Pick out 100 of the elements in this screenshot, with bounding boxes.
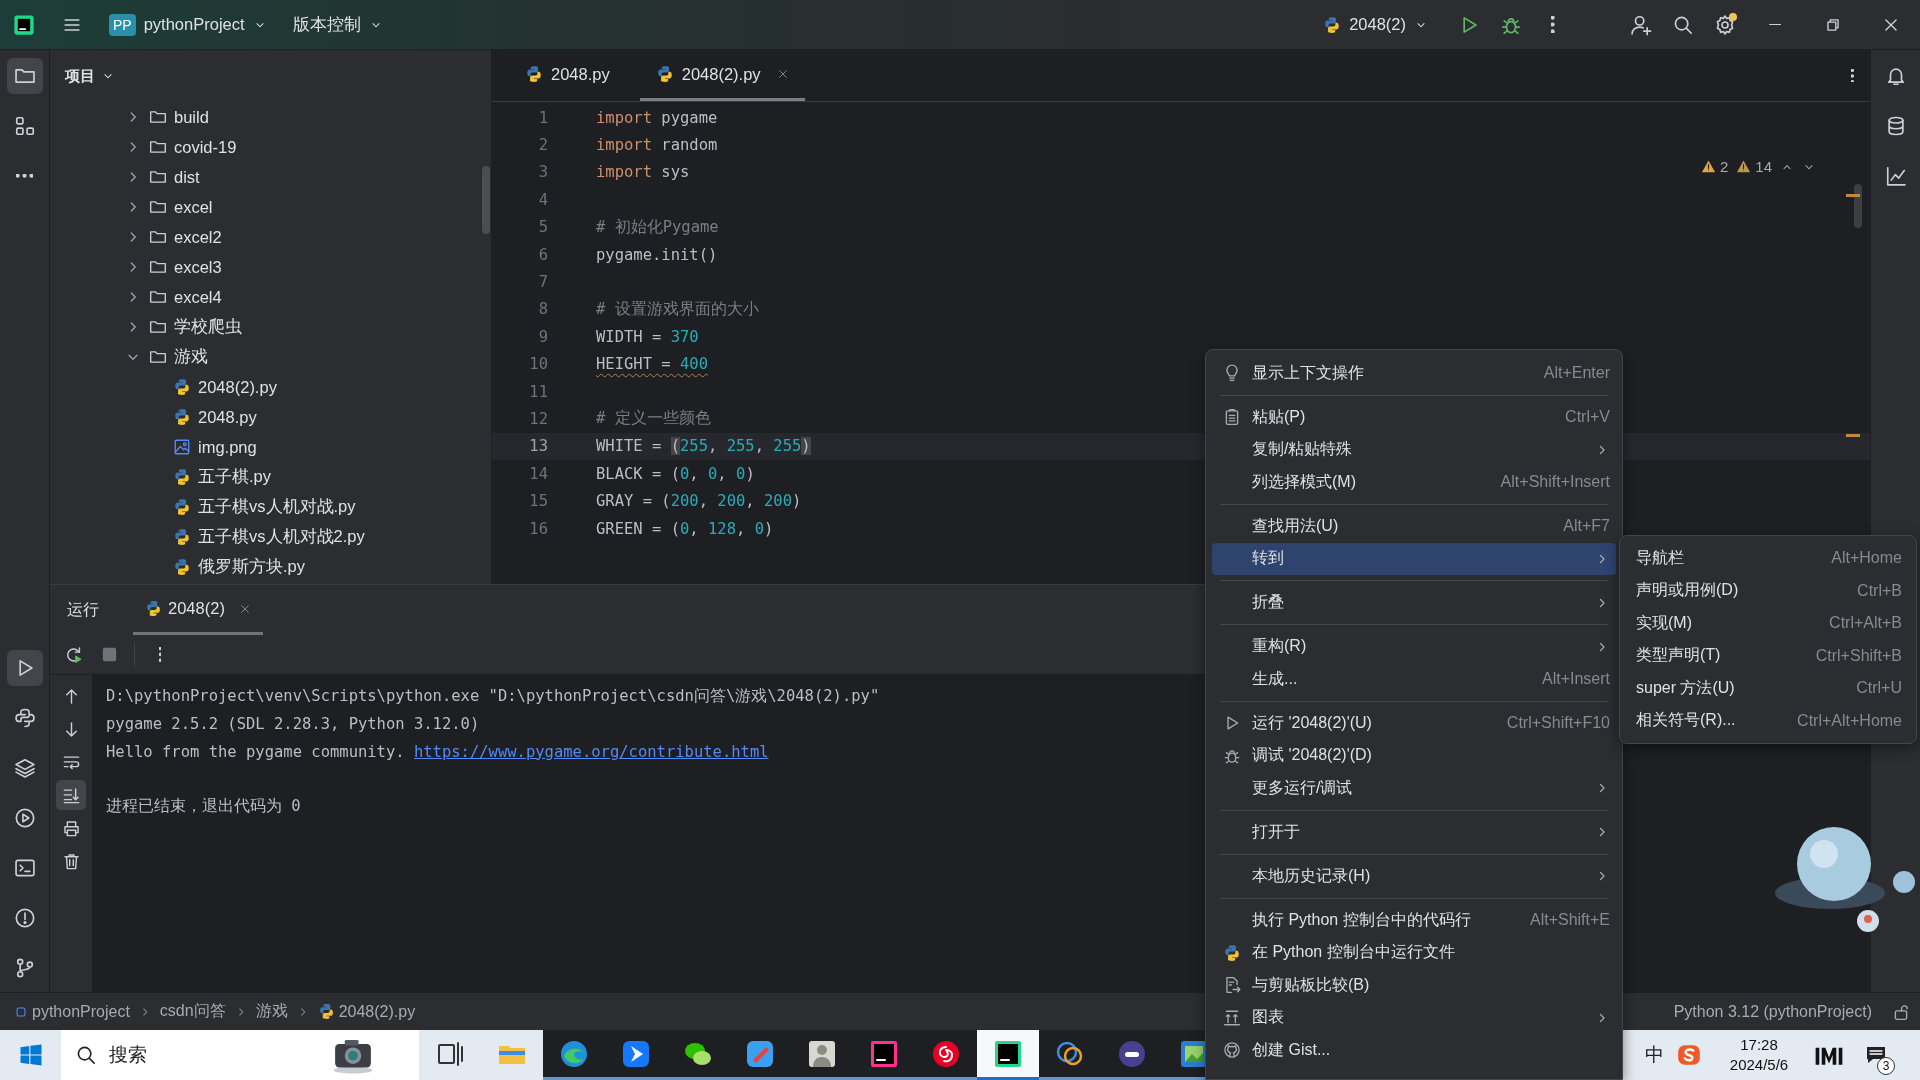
toolbar-button[interactable] xyxy=(56,780,86,810)
tree-item-label[interactable]: 五子棋.py xyxy=(198,466,271,488)
input-method-indicator[interactable]: 中 xyxy=(1639,1042,1669,1068)
taskbar-button[interactable] xyxy=(915,1030,977,1080)
more-icon xyxy=(15,174,33,178)
menu-item[interactable]: 图表 xyxy=(1212,1001,1616,1034)
project-view-selector[interactable]: 项目 xyxy=(65,66,115,86)
menu-item[interactable]: 实现(M) Ctrl+Alt+B xyxy=(1626,607,1910,640)
console-text: D:\pythonProject\venv\Scripts\python.exe "D:\pythonProject\csdn问答\游戏\2048(2).py" xyxy=(106,686,880,708)
terminal-icon xyxy=(13,857,36,879)
tree-item-label[interactable]: excel xyxy=(174,197,213,217)
menu-item[interactable]: 生成... Alt+Insert xyxy=(1212,663,1616,696)
menu-item[interactable]: 显示上下文操作 Alt+Enter xyxy=(1212,357,1616,390)
tool-window-button[interactable] xyxy=(6,58,43,94)
tree-item-label[interactable]: dist xyxy=(174,167,200,187)
inspection-counter[interactable]: 2 xyxy=(1700,158,1729,175)
vcs-menu[interactable]: 版本控制 xyxy=(282,7,393,42)
taskbar-button[interactable] xyxy=(977,1030,1039,1080)
folder-icon xyxy=(149,228,167,246)
menu-item[interactable]: 相关符号(R)... Ctrl+Alt+Home xyxy=(1626,704,1910,737)
code-line: import sys xyxy=(596,163,690,182)
menu-item[interactable]: 类型声明(T) Ctrl+Shift+B xyxy=(1626,639,1910,672)
services-icon xyxy=(13,807,36,829)
menu-item[interactable]: 重构(R) xyxy=(1212,630,1616,663)
breadcrumb[interactable]: pythonProject xyxy=(14,1002,130,1021)
scrollbar-thumb[interactable] xyxy=(482,166,490,234)
minimize-icon xyxy=(1768,23,1782,26)
code-line: GREEN = (0, 128, 0) xyxy=(596,519,774,538)
tree-item-label[interactable]: excel2 xyxy=(174,227,222,247)
menu-item[interactable]: 复制/粘贴特殊 xyxy=(1212,433,1616,466)
tree-item-label[interactable]: 游戏 xyxy=(174,346,208,368)
tree-item-label[interactable]: img.png xyxy=(198,437,257,457)
tree-item-label[interactable]: 2048.py xyxy=(198,407,257,427)
image-file-icon xyxy=(173,438,191,456)
code-line: WHITE = (255, 255, 255) xyxy=(596,437,811,456)
editor-tab[interactable]: 2048.py xyxy=(509,50,626,101)
taskbar-button[interactable] xyxy=(543,1030,605,1080)
menu-item[interactable]: 粘贴(P) Ctrl+V xyxy=(1212,401,1616,434)
search-icon xyxy=(75,1044,97,1066)
menu-item[interactable]: 声明或用例(D) Ctrl+B xyxy=(1626,574,1910,607)
menu-item[interactable]: 运行 '2048(2)'(U) Ctrl+Shift+F10 xyxy=(1212,707,1616,740)
console-link[interactable]: https://www.pygame.org/contribute.html xyxy=(413,742,769,761)
windows-logo-icon xyxy=(18,1043,43,1067)
tree-item-label[interactable]: 2048(2).py xyxy=(198,377,277,397)
line-number: 16 xyxy=(528,519,548,538)
scrollbar-thumb[interactable] xyxy=(1854,184,1862,228)
editor-tab[interactable]: 2048(2).py xyxy=(639,50,805,101)
menu-item[interactable]: 调试 '2048(2)'(D) xyxy=(1212,739,1616,772)
folder-icon xyxy=(149,258,167,276)
project-icon xyxy=(14,1004,28,1019)
menu-item[interactable]: 查找用法(U) Alt+F7 xyxy=(1212,510,1616,543)
menu-item[interactable]: 折叠 xyxy=(1212,586,1616,619)
breadcrumb[interactable]: csdn问答 xyxy=(159,1001,226,1022)
project-switcher[interactable]: PP pythonProject xyxy=(99,7,277,42)
inspection-counter[interactable]: 14 xyxy=(1736,158,1772,175)
tree-item-label[interactable]: excel4 xyxy=(174,287,222,307)
search-box[interactable]: 搜索 xyxy=(61,1030,419,1080)
menu-item[interactable]: 与剪贴板比较(B) xyxy=(1212,969,1616,1002)
run-configuration[interactable]: 2048(2) xyxy=(1313,9,1438,40)
menu-item[interactable]: 在 Python 控制台中运行文件 xyxy=(1212,936,1616,969)
notifications-button[interactable]: 3 xyxy=(1849,1033,1903,1077)
menu-item[interactable]: 本地历史记录(H) xyxy=(1212,860,1616,893)
tree-item-label[interactable]: 五子棋vs人机对战.py xyxy=(198,496,356,518)
menu-item[interactable]: 更多运行/调试 xyxy=(1212,772,1616,805)
tree-item-label[interactable]: build xyxy=(174,107,209,127)
breadcrumb[interactable]: 2048(2).py xyxy=(317,1002,416,1021)
menu-item[interactable]: 打开于 xyxy=(1212,816,1616,849)
menu-item[interactable]: 执行 Python 控制台中的代码行 Alt+Shift+E xyxy=(1212,904,1616,937)
tree-item-label[interactable]: covid-19 xyxy=(174,137,237,157)
close-icon[interactable] xyxy=(238,602,251,615)
chart-icon xyxy=(1223,1008,1241,1027)
close-icon[interactable] xyxy=(776,68,789,80)
panel-title: 运行 xyxy=(67,599,99,620)
menu-item[interactable]: super 方法(U) Ctrl+U xyxy=(1626,672,1910,705)
breadcrumb[interactable]: 游戏 xyxy=(255,1001,288,1022)
tree-item-label[interactable]: excel3 xyxy=(174,257,222,277)
tree-item-label[interactable]: 学校爬虫 xyxy=(174,316,242,338)
menu-item[interactable]: 转到 xyxy=(1212,542,1616,575)
tree-item-label[interactable]: 俄罗斯方块.py xyxy=(198,556,305,578)
menu-item[interactable]: 列选择模式(M) Alt+Shift+Insert xyxy=(1212,466,1616,499)
bulb-icon xyxy=(1223,364,1241,383)
lock-icon[interactable] xyxy=(1892,1002,1910,1021)
menu-item[interactable]: 创建 Gist... xyxy=(1212,1034,1616,1067)
search-field[interactable]: 搜索 xyxy=(107,1043,317,1067)
python-file-icon xyxy=(173,528,191,546)
more-icon xyxy=(158,647,162,662)
python-icon xyxy=(145,600,162,617)
taskbar-button[interactable] xyxy=(1039,1030,1101,1080)
tree-item-label[interactable]: 五子棋vs人机对战2.py xyxy=(198,526,365,548)
python-file-icon xyxy=(317,1003,335,1020)
python-file-icon xyxy=(173,408,191,426)
python-icon xyxy=(1223,943,1241,962)
menu-item[interactable]: 导航栏 Alt+Home xyxy=(1626,542,1910,575)
interpreter-selector[interactable]: Python 3.12 (pythonProject) xyxy=(1673,1002,1872,1021)
folder-icon xyxy=(149,348,167,366)
line-number: 12 xyxy=(528,410,548,428)
tool-window-button[interactable] xyxy=(6,650,43,686)
notification-count: 3 xyxy=(1877,1057,1895,1075)
clock[interactable]: 17:28 2024/5/6 xyxy=(1709,1035,1809,1075)
app-logo-icon[interactable] xyxy=(13,13,35,36)
